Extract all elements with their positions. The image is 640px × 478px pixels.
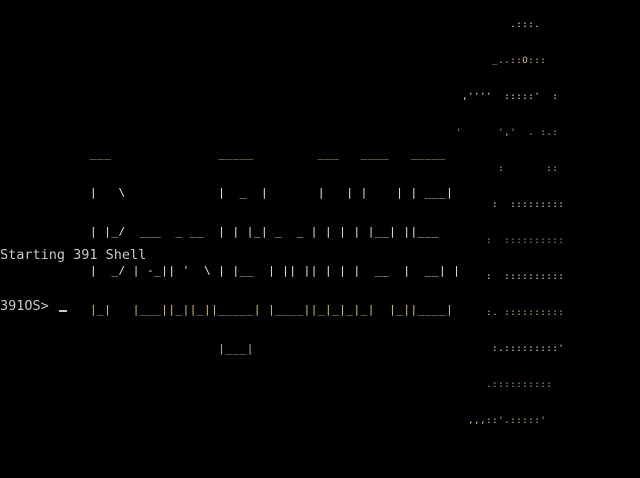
penguin-row: : ::::::::: [432,200,565,210]
penguin-row: : :: [432,164,559,174]
penguin-row: ' ',' . :.: [432,128,559,138]
text-cursor [58,310,67,312]
penguin-row: _..::O::: [432,56,547,66]
boot-message: Starting 391 Shell [0,247,147,263]
terminal-screen[interactable]: ___ _____ ___ ____ _____ | \ | _ | | | |… [0,0,640,478]
command-line[interactable]: 391OS> [0,298,146,315]
shell-output: Starting 391 Shell 391OS> [0,213,146,349]
penguin-row: ,,,::'.:::::' [432,416,547,426]
penguin-row: .:::::::::: [432,380,553,390]
penguin-ascii-art: .:::. _..::O::: ,'''' :::::' : ' ',' . :… [432,2,564,453]
penguin-row: : :::::::::: [432,236,565,246]
penguin-row: : :::::::::: [432,272,565,282]
shell-prompt: 391OS> [0,298,57,314]
logo-row: | \ | _ | | | | | | ___| [90,186,454,199]
logo-row: ___ _____ ___ ____ _____ [90,147,454,160]
penguin-row: ,'''' :::::' : [432,92,559,102]
penguin-row: .:::. [432,20,541,30]
penguin-row: :. :::::::::: [432,308,565,318]
penguin-row: :.:::::::::' [432,344,565,354]
